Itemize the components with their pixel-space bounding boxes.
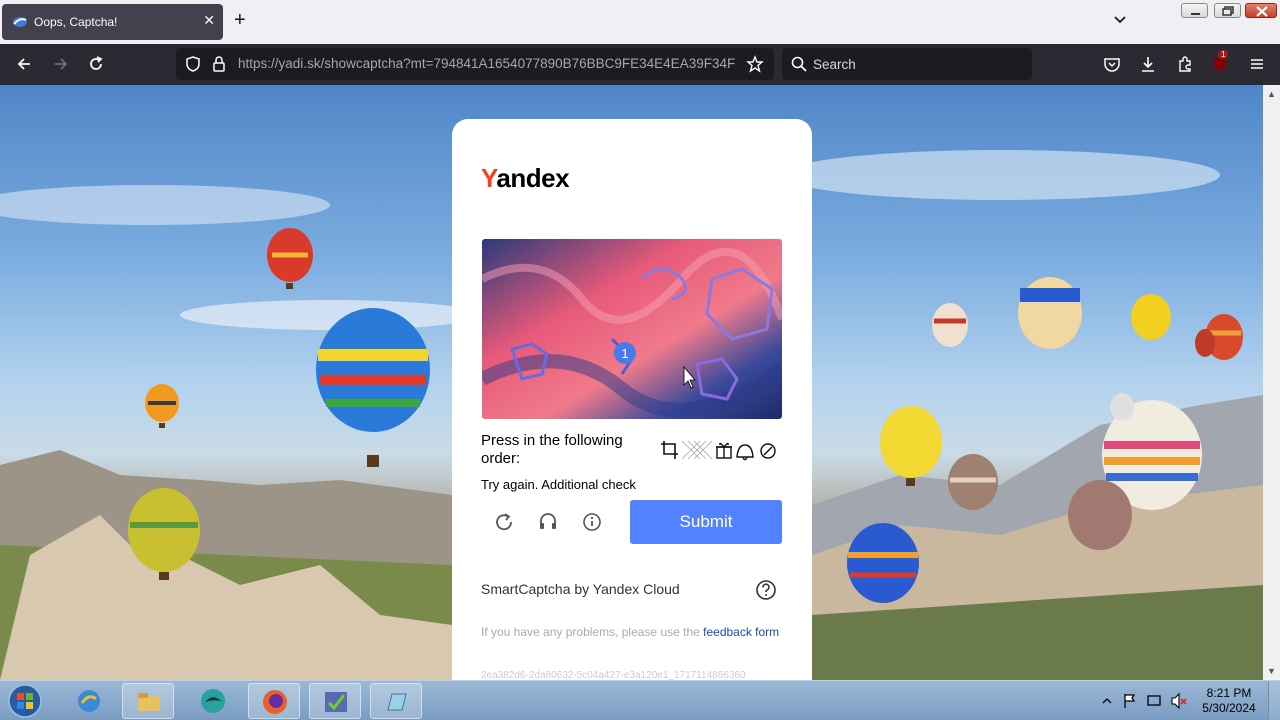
- help-icon[interactable]: [755, 579, 777, 601]
- tab-strip: Oops, Captcha! ✕ +: [0, 0, 1280, 44]
- download-icon[interactable]: [1139, 55, 1157, 73]
- bird-app-icon: [201, 689, 225, 713]
- reload-icon[interactable]: [87, 55, 105, 73]
- url-host: https://yadi.sk: [238, 56, 321, 71]
- tab-close-icon[interactable]: ✕: [203, 12, 215, 29]
- info-icon[interactable]: [579, 509, 605, 535]
- taskbar-explorer[interactable]: [122, 683, 174, 719]
- order-icons: [661, 440, 776, 461]
- scroll-up-icon[interactable]: ▲: [1267, 89, 1276, 99]
- windows-taskbar: 8:21 PM 5/30/2024: [0, 680, 1280, 720]
- navigation-toolbar: https://yadi.sk/showcaptcha?mt=794841A16…: [0, 44, 1280, 85]
- extension-badge: 1: [1218, 50, 1229, 59]
- internet-explorer-icon: [78, 690, 100, 712]
- lock-icon[interactable]: [210, 55, 228, 73]
- ring-icon: [760, 443, 776, 459]
- window-close-button[interactable]: [1245, 3, 1277, 18]
- clock-date: 5/30/2024: [1202, 701, 1256, 715]
- page-content: Yandex 1 Press in the following order: T…: [0, 85, 1263, 680]
- pocket-icon[interactable]: [1103, 55, 1121, 73]
- forward-icon[interactable]: [52, 55, 70, 73]
- menu-icon[interactable]: [1248, 55, 1266, 73]
- network-icon[interactable]: [1147, 695, 1161, 706]
- star-icon[interactable]: [746, 55, 764, 73]
- taskbar-ie[interactable]: [63, 683, 115, 719]
- submit-button[interactable]: Submit: [630, 500, 782, 544]
- list-all-tabs-icon[interactable]: [1112, 12, 1128, 28]
- request-hash: 2ea382d6-2da80632-5c04a427-e3a120e1_1717…: [481, 670, 746, 680]
- captcha-status: Try again. Additional check: [481, 477, 636, 492]
- extensions-icon[interactable]: [1176, 55, 1194, 73]
- page-scrollbar[interactable]: ▲ ▼: [1263, 85, 1280, 680]
- url-path: /showcaptcha?mt=794841A1654077890B76BBC9…: [320, 56, 736, 71]
- feedback-link[interactable]: feedback form: [703, 625, 779, 639]
- taskbar-app-notepad[interactable]: [370, 683, 422, 719]
- shield-icon[interactable]: [184, 55, 202, 73]
- taskbar-app-check[interactable]: [309, 683, 361, 719]
- folder-icon: [138, 693, 160, 711]
- taskbar-firefox[interactable]: [248, 683, 300, 719]
- url-bar[interactable]: https://yadi.sk/showcaptcha?mt=794841A16…: [176, 48, 774, 80]
- scroll-down-icon[interactable]: ▼: [1267, 666, 1276, 676]
- feedback-text: If you have any problems, please use the…: [481, 624, 781, 640]
- yandex-logo: Yandex: [481, 163, 570, 193]
- back-icon[interactable]: [15, 55, 33, 73]
- taskbar-clock[interactable]: 8:21 PM 5/30/2024: [1196, 686, 1262, 716]
- audio-icon[interactable]: [535, 509, 561, 535]
- new-tab-button[interactable]: +: [234, 9, 246, 32]
- show-hidden-icons[interactable]: [1102, 698, 1112, 704]
- captcha-instruction: Press in the following order:: [481, 432, 623, 467]
- refresh-captcha-icon[interactable]: [491, 509, 517, 535]
- taskbar-app-bird[interactable]: [187, 683, 239, 719]
- volume-muted-icon[interactable]: [1171, 692, 1180, 710]
- search-placeholder: Search: [813, 57, 856, 72]
- firefox-icon: [263, 690, 287, 714]
- checkmark-app-icon: [325, 692, 347, 712]
- captcha-image[interactable]: 1: [482, 239, 782, 419]
- gift-icon: [716, 442, 732, 459]
- firefox-tab-icon: [13, 17, 27, 27]
- tab-oops-captcha[interactable]: Oops, Captcha! ✕: [2, 4, 223, 40]
- bell-icon: [736, 444, 754, 461]
- system-tray: [1102, 692, 1187, 710]
- feedback-prefix: If you have any problems, please use the: [481, 625, 704, 639]
- search-icon: [791, 56, 807, 72]
- start-button[interactable]: [4, 682, 46, 720]
- notepad-icon: [387, 693, 407, 711]
- search-input[interactable]: Search: [782, 48, 1032, 80]
- captcha-card: Yandex 1 Press in the following order: T…: [452, 119, 812, 680]
- tab-title: Oops, Captcha!: [34, 15, 118, 29]
- url-text: https://yadi.sk/showcaptcha?mt=794841A16…: [238, 56, 736, 71]
- flag-icon[interactable]: [1124, 694, 1136, 708]
- click-marker-number: 1: [621, 346, 628, 361]
- crop-icon: [661, 441, 678, 459]
- window-minimize-button[interactable]: [1181, 3, 1208, 18]
- hatched-area: [681, 440, 713, 460]
- window-restore-button[interactable]: [1214, 3, 1241, 18]
- smartcaptcha-brand: SmartCaptcha by Yandex Cloud: [481, 581, 680, 597]
- clock-time: 8:21 PM: [1206, 686, 1252, 700]
- show-desktop-button[interactable]: [1268, 681, 1280, 720]
